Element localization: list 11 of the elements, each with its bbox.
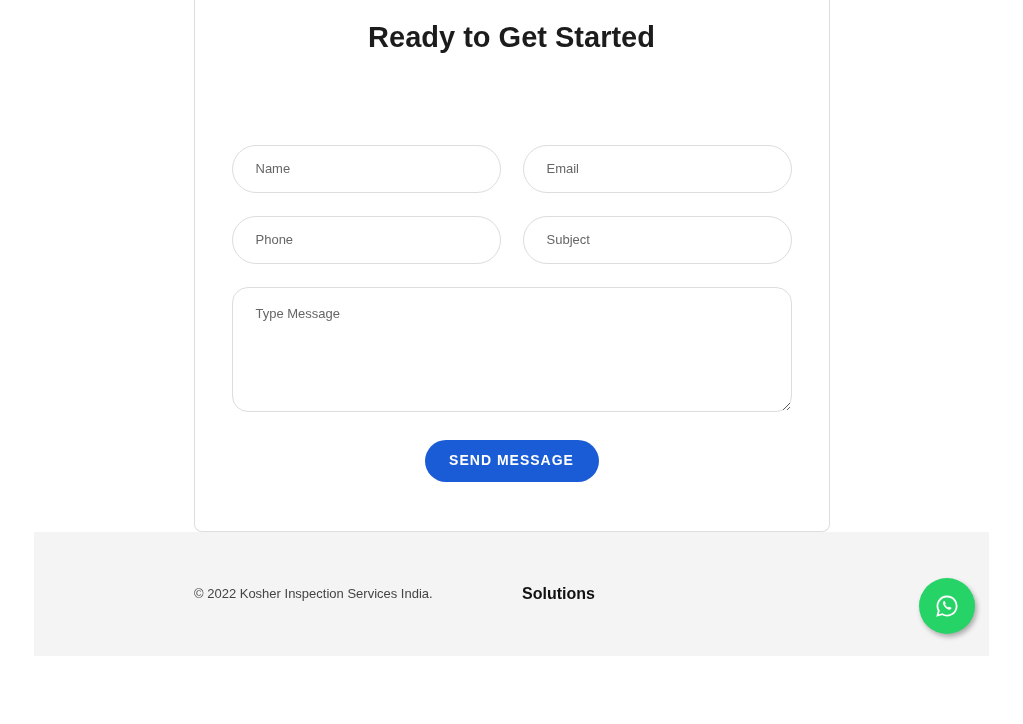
chat-phone-icon (935, 594, 959, 618)
whatsapp-button[interactable] (919, 578, 975, 634)
message-field[interactable]: Type Message (231, 286, 792, 412)
footer-column-title: Solutions (522, 584, 595, 604)
section-heading: Ready to Get Started (367, 20, 656, 55)
input-field[interactable]: Email (522, 144, 792, 193)
send-message-button[interactable]: SEND MESSAGE (424, 439, 599, 482)
input-field[interactable]: Subject (522, 215, 792, 264)
input-field[interactable]: Phone (231, 215, 501, 264)
copyright-text: © 2022 Kosher Inspection Services India. (194, 585, 434, 604)
input-field[interactable]: Name (231, 144, 501, 193)
